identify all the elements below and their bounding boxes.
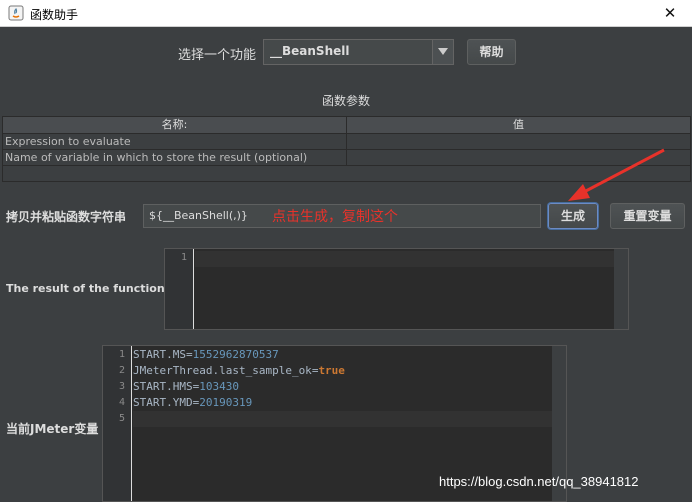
variable-line: JMeterThread.last_sample_ok=true <box>133 364 345 377</box>
variable-key: START.HMS <box>133 380 193 393</box>
line-number: 1 <box>118 349 125 360</box>
line-number: 3 <box>118 381 125 392</box>
variable-value: 20190319 <box>199 396 253 409</box>
jmeter-variables-label: 当前JMeter变量 <box>6 422 99 436</box>
function-result-label: The result of the function is <box>6 282 179 295</box>
line-number: 1 <box>180 252 187 263</box>
watermark: https://blog.csdn.net/qq_38941812 <box>439 474 639 489</box>
variable-value: 103430 <box>199 380 239 393</box>
line-number: 4 <box>118 397 125 408</box>
current-line-highlight <box>133 411 566 427</box>
vertical-scrollbar[interactable] <box>614 249 628 329</box>
variable-key: START.YMD <box>133 396 193 409</box>
variable-line: START.HMS=103430 <box>133 380 239 393</box>
variable-value: true <box>318 364 345 377</box>
current-line-highlight <box>195 251 628 267</box>
line-number: 5 <box>118 413 125 424</box>
variable-value: 1552962870537 <box>192 348 279 361</box>
variable-key: JMeterThread.last_sample_ok <box>133 364 312 377</box>
variable-key: START.MS <box>133 348 186 361</box>
variable-line: START.MS=1552962870537 <box>133 348 279 361</box>
variable-line: START.YMD=20190319 <box>133 396 253 409</box>
line-number: 2 <box>118 365 125 376</box>
function-result-editor[interactable]: 1 <box>164 248 629 330</box>
